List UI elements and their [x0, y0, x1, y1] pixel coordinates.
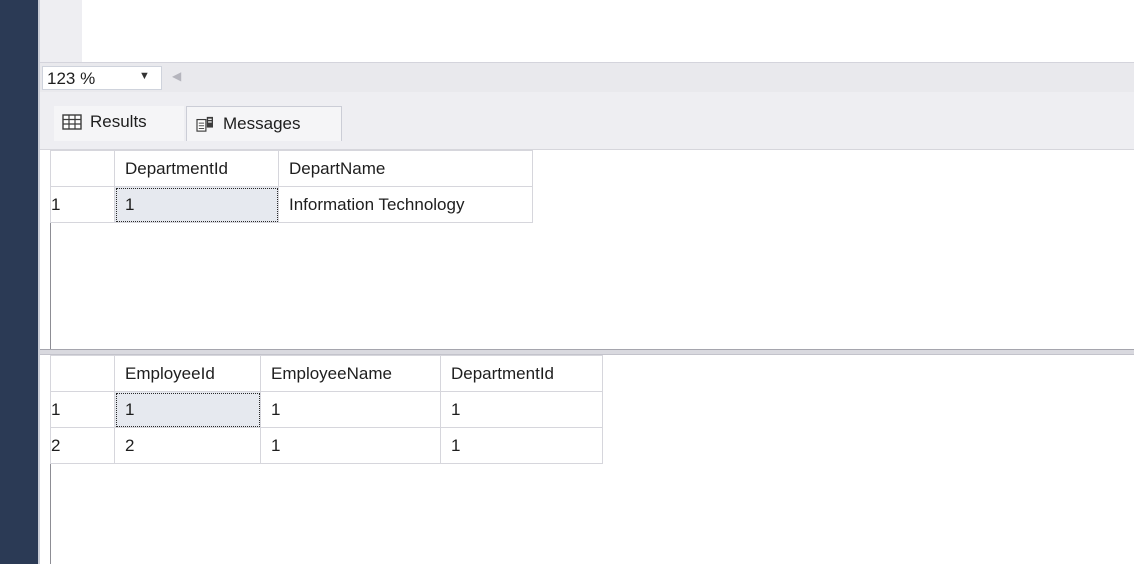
row-number-label: 1 — [51, 194, 61, 214]
tab-messages[interactable]: Messages — [186, 106, 342, 141]
table-header-row: EmployeeId EmployeeName DepartmentId — [50, 355, 603, 392]
row-number-label: 1 — [51, 399, 61, 419]
chevron-down-icon[interactable]: ▼ — [139, 70, 150, 82]
table-cell[interactable]: 1 — [440, 427, 603, 464]
tab-results[interactable]: Results — [54, 106, 184, 141]
table-cell[interactable]: 1 — [260, 427, 441, 464]
table-row[interactable]: 1 1 Information Technology — [50, 186, 533, 223]
column-header[interactable]: DepartmentId — [114, 150, 279, 187]
result-table-1[interactable]: DepartmentId DepartName 1 1 Information … — [50, 150, 533, 223]
results-tab-strip: Results Messages — [40, 92, 1134, 149]
result-grid-2[interactable]: EmployeeId EmployeeName DepartmentId 1 1… — [40, 355, 1134, 564]
row-number-label: 2 — [51, 435, 61, 455]
table-cell[interactable]: 1 — [440, 391, 603, 428]
tab-messages-label: Messages — [223, 114, 301, 133]
row-number[interactable]: 2 — [50, 427, 115, 464]
left-sidebar-strip — [0, 0, 38, 564]
row-number[interactable]: 1 — [50, 186, 115, 223]
row-number-header[interactable] — [50, 355, 115, 392]
row-number-header[interactable] — [50, 150, 115, 187]
table-cell-selected[interactable]: 1 — [114, 186, 279, 223]
result-grid-1[interactable]: DepartmentId DepartName 1 1 Information … — [40, 149, 1134, 349]
query-editor-gutter — [40, 0, 82, 62]
tab-results-label: Results — [90, 112, 147, 131]
zoom-dropdown[interactable]: 123 % ▼ — [42, 66, 162, 90]
table-cell[interactable]: 2 — [114, 427, 261, 464]
table-cell[interactable]: Information Technology — [278, 186, 533, 223]
query-editor-area[interactable] — [40, 0, 1134, 62]
grid-icon — [62, 114, 82, 130]
table-cell[interactable]: 1 — [260, 391, 441, 428]
table-row[interactable]: 2 2 1 1 — [50, 427, 603, 464]
zoom-bar: 123 % ▼ ◀ — [40, 62, 1134, 92]
column-header[interactable]: EmployeeId — [114, 355, 261, 392]
column-header[interactable]: DepartmentId — [440, 355, 603, 392]
result-table-2[interactable]: EmployeeId EmployeeName DepartmentId 1 1… — [50, 355, 603, 464]
scroll-left-arrow-icon[interactable]: ◀ — [172, 69, 181, 83]
table-row[interactable]: 1 1 1 1 — [50, 391, 603, 428]
table-cell-selected[interactable]: 1 — [114, 391, 261, 428]
column-header[interactable]: EmployeeName — [260, 355, 441, 392]
messages-icon — [196, 116, 213, 132]
row-number[interactable]: 1 — [50, 391, 115, 428]
table-header-row: DepartmentId DepartName — [50, 150, 533, 187]
zoom-value: 123 % — [47, 69, 96, 88]
column-header[interactable]: DepartName — [278, 150, 533, 187]
